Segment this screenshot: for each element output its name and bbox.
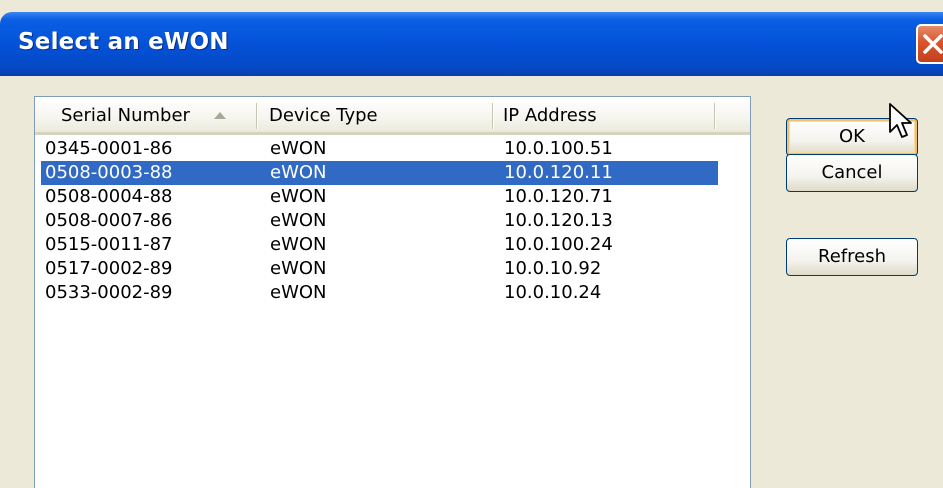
serial-number-cell: 0345-0001-86: [45, 138, 173, 159]
serial-number-cell: 0508-0003-88: [45, 162, 173, 183]
serial-number-cell: 0508-0007-86: [45, 210, 173, 231]
ip-address-cell: 10.0.120.11: [504, 162, 613, 183]
table-row[interactable]: 0533-0002-89 eWON 10.0.10.24: [41, 281, 718, 305]
list-header: Serial Number Device Type IP Address: [35, 97, 750, 135]
serial-number-cell: 0533-0002-89: [45, 282, 173, 303]
device-type-cell: eWON: [270, 282, 327, 303]
device-type-cell: eWON: [270, 234, 327, 255]
serial-number-cell: 0508-0004-88: [45, 186, 173, 207]
ip-address-cell: 10.0.100.24: [504, 234, 613, 255]
column-separator[interactable]: [492, 103, 494, 129]
ip-address-cell: 10.0.120.13: [504, 210, 613, 231]
device-list[interactable]: Serial Number Device Type IP Address 034…: [34, 96, 751, 488]
device-type-cell: eWON: [270, 186, 327, 207]
cancel-button[interactable]: Cancel: [786, 154, 918, 192]
column-separator[interactable]: [256, 103, 258, 129]
device-type-cell: eWON: [270, 210, 327, 231]
close-icon: [923, 34, 943, 54]
column-separator[interactable]: [714, 103, 716, 129]
table-row[interactable]: 0508-0004-88 eWON 10.0.120.71: [41, 185, 718, 209]
table-row[interactable]: 0508-0007-86 eWON 10.0.120.13: [41, 209, 718, 233]
window-title: Select an eWON: [18, 29, 229, 55]
table-row[interactable]: 0515-0011-87 eWON 10.0.100.24: [41, 233, 718, 257]
table-row[interactable]: 0517-0002-89 eWON 10.0.10.92: [41, 257, 718, 281]
column-header-ip-address[interactable]: IP Address: [503, 97, 597, 132]
device-type-cell: eWON: [270, 258, 327, 279]
select-ewon-dialog: Select an eWON Serial Number Device Type…: [0, 0, 943, 488]
mouse-pointer-icon: [889, 103, 912, 138]
table-row[interactable]: 0345-0001-86 eWON 10.0.100.51: [41, 137, 718, 161]
sort-ascending-icon: [214, 112, 226, 119]
ip-address-cell: 10.0.120.71: [504, 186, 613, 207]
ip-address-cell: 10.0.10.92: [504, 258, 602, 279]
column-header-device-type[interactable]: Device Type: [269, 97, 378, 132]
serial-number-cell: 0517-0002-89: [45, 258, 173, 279]
device-type-cell: eWON: [270, 138, 327, 159]
serial-number-cell: 0515-0011-87: [45, 234, 173, 255]
device-type-cell: eWON: [270, 162, 327, 183]
table-row-selected[interactable]: 0508-0003-88 eWON 10.0.120.11: [41, 161, 718, 185]
ip-address-cell: 10.0.100.51: [504, 138, 613, 159]
column-header-serial-number[interactable]: Serial Number: [61, 97, 190, 132]
close-button[interactable]: [916, 24, 943, 64]
refresh-button[interactable]: Refresh: [786, 238, 918, 276]
ip-address-cell: 10.0.10.24: [504, 282, 602, 303]
title-bar[interactable]: Select an eWON: [0, 12, 943, 76]
